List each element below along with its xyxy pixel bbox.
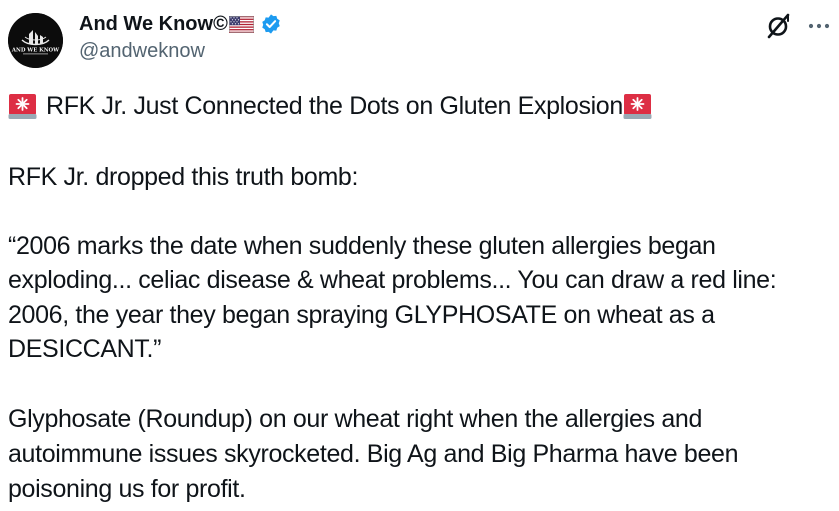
post-text-line: 2006, the year they began spraying GLYPH… [8, 301, 715, 329]
verified-badge-icon [262, 14, 280, 34]
more-horizontal-icon[interactable] [806, 14, 832, 38]
post-headline: RFK Jr. Just Connected the Dots on Glute… [8, 89, 652, 123]
author-name[interactable]: And We Know© [79, 10, 282, 38]
post-text-line: poisoning us for profit. [8, 475, 246, 503]
post-headline-text: RFK Jr. Just Connected the Dots on Glute… [46, 92, 623, 120]
post-text-line: exploding... celiac disease & wheat prob… [8, 266, 777, 294]
rotating-light-icon [8, 94, 37, 119]
post-text-line: Glyphosate (Roundup) on our wheat right … [8, 405, 703, 433]
post-text-line: RFK Jr. dropped this truth bomb: [8, 163, 359, 191]
rotating-light-icon [623, 94, 652, 119]
author-handle[interactable]: @andweknow [79, 40, 205, 63]
author-name-text: And We Know© [79, 12, 228, 35]
post-text-line: autoimmune issues skyrocketed. Big Ag an… [8, 440, 739, 468]
avatar-text: AND WE KNOW [11, 48, 60, 54]
post: AND WE KNOW And We Know© @andweknow RFK … [0, 0, 839, 511]
us-flag-icon [228, 15, 254, 33]
avatar-logo: AND WE KNOW [8, 13, 63, 68]
avatar[interactable]: AND WE KNOW [8, 13, 63, 68]
post-text-line: “2006 marks the date when suddenly these… [8, 232, 716, 260]
post-text-line: DESICCANT.” [8, 335, 162, 363]
grok-icon[interactable] [764, 12, 792, 40]
